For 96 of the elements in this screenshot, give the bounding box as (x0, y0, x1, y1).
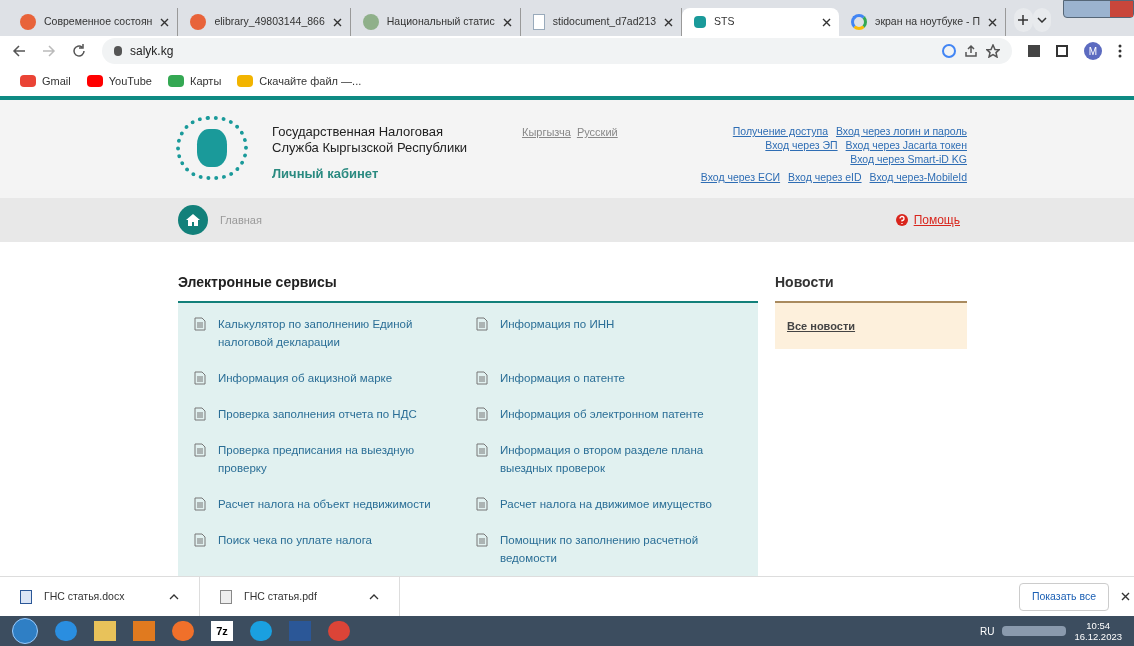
login-link[interactable]: Вход через eID (788, 170, 862, 184)
service-link[interactable]: Расчет налога на объект недвижимости (218, 495, 431, 513)
document-icon (476, 407, 488, 421)
document-icon (194, 497, 206, 511)
caret-up-icon[interactable] (169, 593, 179, 600)
service-link[interactable]: Калькулятор по заполнению Единой налоговой декларации (218, 315, 460, 351)
tab-title: Национальный статис (386, 14, 495, 30)
google-icon (851, 14, 868, 30)
tab-title: STS (714, 14, 736, 30)
close-icon[interactable] (1121, 592, 1130, 601)
login-link[interactable]: Вход через логин и пароль (836, 124, 967, 138)
close-icon[interactable] (332, 17, 342, 27)
clock-time: 10:54 (1086, 620, 1111, 631)
tab-title: stidocument_d7ad213 (552, 14, 657, 30)
close-icon[interactable] (502, 17, 512, 27)
close-icon[interactable] (988, 17, 998, 27)
browser-tab[interactable]: Национальный статис (350, 8, 521, 36)
show-all-button[interactable]: Показать все (1018, 582, 1109, 611)
service-link[interactable]: Информация об акцизной марке (218, 369, 393, 387)
address-bar[interactable]: salyk.kg (102, 38, 1012, 64)
cabinet-title: Личный кабинет (272, 165, 380, 183)
document-icon (194, 533, 206, 547)
home-icon[interactable] (178, 205, 208, 235)
document-icon (476, 533, 488, 547)
service-link[interactable]: Проверка предписания на выездную проверку (218, 441, 460, 477)
clock-date: 16.12.2023 (1074, 631, 1122, 642)
login-link[interactable]: Вход через ЕСИ (700, 170, 781, 184)
download-file-name[interactable]: ГНС статья.docx (44, 588, 157, 605)
archive-app-button[interactable]: 7z (211, 621, 233, 641)
close-icon[interactable] (664, 17, 674, 27)
globe-icon (362, 14, 379, 30)
service-link[interactable]: Поиск чека по уплате налога (218, 531, 373, 567)
document-icon (194, 317, 206, 331)
login-link[interactable]: Вход через Smart-iD KG (850, 152, 967, 166)
tab-title: Современное состоян (44, 14, 153, 30)
site-favicon-icon (20, 14, 36, 30)
document-icon (194, 371, 206, 385)
service-link[interactable]: Информация о втором разделе плана выездных проверок (500, 441, 742, 477)
start-button[interactable] (12, 618, 38, 644)
service-link[interactable]: Информация по ИНН (500, 315, 615, 351)
help-icon (895, 214, 908, 226)
pdf-file-icon (220, 589, 232, 604)
login-link[interactable]: Вход через-MobileId (869, 170, 967, 184)
service-link[interactable]: Помощник по заполнению расчетной ведомости (500, 531, 742, 567)
browser-tab[interactable]: экран на ноутбуке - П (839, 8, 1007, 36)
all-news-link[interactable]: Все новости (787, 317, 856, 335)
window-controls[interactable] (1063, 0, 1134, 18)
document-icon (476, 443, 488, 457)
service-link[interactable]: Информация о патенте (500, 369, 625, 387)
service-link[interactable]: Расчет налога на движимое имущество (500, 495, 712, 513)
profile-avatar[interactable]: M (1084, 42, 1102, 60)
url-text: salyk.kg (130, 43, 174, 60)
document-icon (476, 497, 488, 511)
language-indicator[interactable]: RU (980, 623, 995, 639)
close-icon[interactable] (822, 17, 832, 27)
chevron-down-icon[interactable] (1032, 8, 1052, 32)
back-arrow-icon[interactable] (12, 44, 26, 58)
browser-tab[interactable]: stidocument_d7ad213 (520, 8, 683, 36)
site-favicon-icon (190, 14, 207, 30)
tab-title: elibrary_49803144_866 (214, 14, 325, 30)
word-file-icon (20, 589, 32, 604)
browser-tab[interactable]: STS (682, 8, 840, 36)
help-link[interactable]: Помощь (913, 211, 960, 229)
download-file-name[interactable]: ГНС статья.pdf (244, 588, 357, 605)
document-icon (476, 317, 488, 331)
browser-tab[interactable]: Современное состоян (8, 8, 179, 36)
google-icon[interactable] (942, 44, 956, 58)
document-icon (532, 14, 545, 30)
document-icon (476, 371, 488, 385)
org-name-line: Государственная Налоговая (272, 124, 444, 140)
login-link[interactable]: Получение доступа (732, 124, 828, 138)
service-link[interactable]: Информация об электронном патенте (500, 405, 704, 423)
emblem-drawing (176, 116, 248, 180)
site-favicon-icon (694, 16, 707, 28)
bookmark-link[interactable]: Скачайте файл —... (259, 72, 362, 90)
sidebar-icon[interactable] (1056, 45, 1068, 57)
close-icon[interactable] (160, 17, 170, 27)
org-name-line: Служба Кыргызской Республики (272, 140, 469, 156)
star-icon[interactable] (986, 44, 1000, 58)
login-link[interactable]: Вход через ЭП (765, 138, 838, 152)
language-link[interactable]: Кыргызча (522, 124, 571, 141)
share-icon[interactable] (964, 44, 978, 58)
bookmark-link[interactable]: Карты (189, 72, 222, 90)
document-icon (194, 443, 206, 457)
tab-title: экран на ноутбуке - П (875, 14, 981, 30)
menu-icon[interactable] (1118, 44, 1122, 58)
new-tab-icon[interactable] (1014, 8, 1033, 32)
document-icon (194, 407, 206, 421)
reload-icon[interactable] (72, 44, 86, 58)
caret-up-icon[interactable] (369, 593, 379, 600)
login-link[interactable]: Вход через Jacarta токен (845, 138, 967, 152)
browser-tab[interactable]: elibrary_49803144_866 (178, 8, 351, 36)
service-link[interactable]: Проверка заполнения отчета по НДС (218, 405, 417, 423)
bookmark-link[interactable]: Gmail (42, 72, 71, 90)
language-link[interactable]: Русский (576, 124, 618, 141)
bookmark-link[interactable]: YouTube (108, 72, 152, 90)
